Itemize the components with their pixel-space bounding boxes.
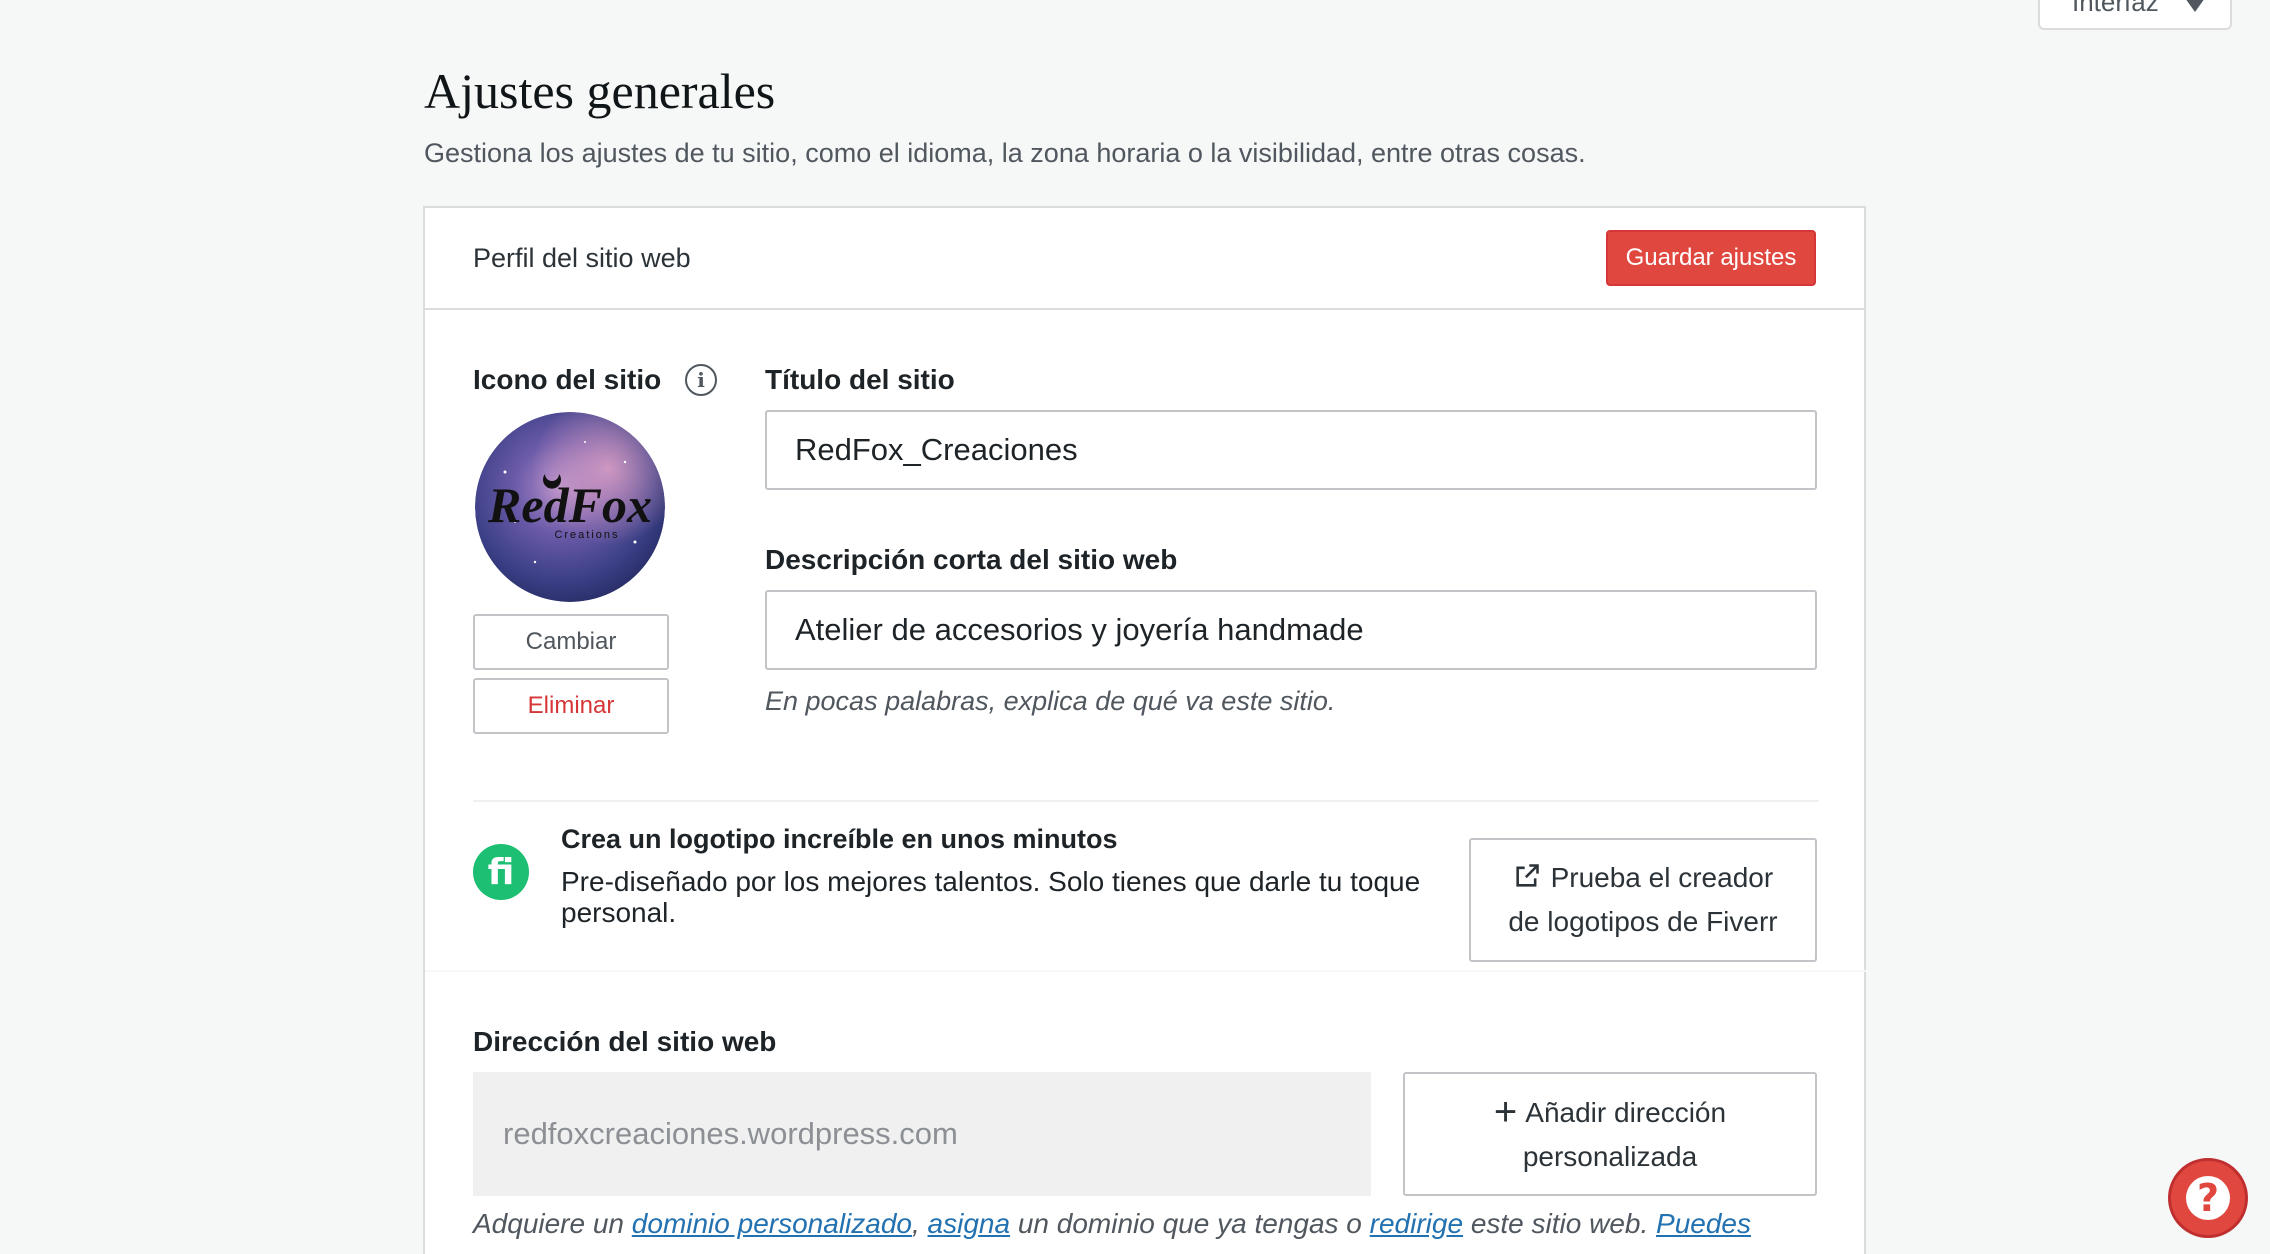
description-helper: En pocas palabras, explica de qué va est…	[765, 686, 1336, 716]
footer-text-4: este sitio web.	[1470, 1208, 1649, 1239]
site-icon-label: Icono del sitio	[473, 364, 662, 395]
card-header: Perfil del sitio web Guardar ajustes	[425, 208, 1864, 310]
custom-domain-link[interactable]: dominio personalizado	[632, 1208, 912, 1239]
divider	[473, 800, 1819, 802]
interface-dropdown-label: Interfaz	[2072, 0, 2159, 17]
site-logo-text: RedFox	[487, 477, 652, 533]
fiverr-logo-maker-button[interactable]: Prueba el creador de logotipos de Fiverr	[1469, 838, 1817, 962]
more-link[interactable]: Puedes	[1656, 1208, 1751, 1239]
site-address-field: redfoxcreaciones.wordpress.com	[473, 1072, 1371, 1196]
footer-text-1: Adquiere un	[473, 1208, 625, 1239]
chevron-down-icon	[2184, 0, 2205, 12]
redirect-link[interactable]: redirige	[1370, 1208, 1463, 1239]
description-input[interactable]: Atelier de accesorios y joyería handmade	[765, 590, 1817, 670]
add-address-line2: personalizada	[1522, 1140, 1698, 1172]
card-header-label: Perfil del sitio web	[473, 242, 691, 273]
site-title-input[interactable]: RedFox_Creaciones	[765, 410, 1817, 490]
fiverr-logo-icon: fi	[473, 844, 529, 900]
site-title-label: Título del sitio	[765, 364, 955, 395]
info-icon[interactable]: i	[685, 364, 717, 396]
page-subtitle: Gestiona los ajustes de tu sitio, como e…	[424, 138, 1586, 168]
site-icon-image: RedFox Creations	[475, 412, 665, 602]
plus-icon: +	[1493, 1089, 1518, 1134]
footer-text-2: ,	[911, 1208, 920, 1239]
site-logo-subtext: Creations	[554, 529, 619, 541]
question-icon: ?	[2186, 1176, 2230, 1220]
external-link-icon	[1513, 862, 1551, 893]
interface-dropdown[interactable]: Interfaz	[2038, 0, 2232, 30]
remove-icon-button[interactable]: Eliminar	[473, 678, 669, 734]
add-custom-address-button[interactable]: + Añadir dirección personalizada	[1403, 1072, 1817, 1196]
add-address-line1: Añadir dirección	[1525, 1096, 1727, 1128]
fiverr-description: Pre-diseñado por los mejores talentos. S…	[561, 866, 1421, 928]
map-domain-link[interactable]: asigna	[928, 1208, 1011, 1239]
description-label: Descripción corta del sitio web	[765, 544, 1178, 575]
section-divider	[425, 970, 1866, 972]
site-profile-card: Perfil del sitio web Guardar ajustes Ico…	[423, 206, 1866, 1254]
footer-text-3: un dominio que ya tengas o	[1017, 1208, 1362, 1239]
page-title: Ajustes generales	[424, 63, 776, 119]
fiverr-title: Crea un logotipo increíble en unos minut…	[561, 824, 1118, 854]
change-icon-button[interactable]: Cambiar	[473, 614, 669, 670]
save-settings-button[interactable]: Guardar ajustes	[1606, 230, 1816, 286]
address-label: Dirección del sitio web	[473, 1026, 777, 1057]
help-button[interactable]: ?	[2168, 1158, 2248, 1238]
fiverr-button-line2: de logotipos de Fiverr	[1508, 906, 1778, 937]
address-footer-text: Adquiere un dominio personalizado, asign…	[473, 1208, 1751, 1240]
fiverr-button-line1: Prueba el creador	[1550, 862, 1774, 893]
